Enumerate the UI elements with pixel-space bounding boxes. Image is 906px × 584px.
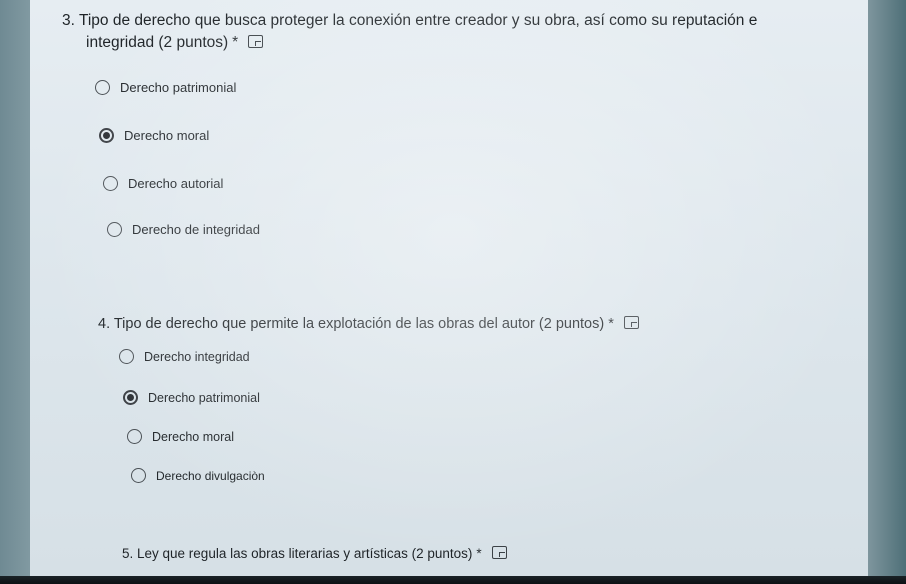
question-4-title-text: 4. Tipo de derecho que permite la explot… [98, 316, 605, 332]
option-label: Derecho integridad [144, 349, 250, 364]
q3-option-derecho-autorial[interactable]: Derecho autorial [103, 176, 223, 191]
question-5-title-text: 5. Ley que regula las obras literarias y… [122, 546, 473, 561]
option-label: Derecho patrimonial [148, 390, 260, 405]
radio-button[interactable] [119, 349, 134, 364]
option-label: Derecho moral [124, 128, 210, 143]
radio-button[interactable] [103, 176, 118, 191]
question-3-title-line2: integridad (2 puntos) [86, 34, 229, 51]
option-label: Derecho moral [152, 429, 234, 444]
question-5-title: 5. Ley que regula las obras literarias y… [122, 543, 862, 565]
radio-button[interactable] [131, 468, 146, 483]
radio-button-selected[interactable] [123, 390, 138, 405]
required-asterisk: * [608, 316, 614, 332]
option-label: Derecho divulgaciòn [156, 468, 265, 483]
image-icon[interactable] [248, 35, 264, 48]
required-asterisk: * [232, 34, 239, 51]
q3-option-derecho-moral[interactable]: Derecho moral [99, 128, 209, 143]
taskbar-edge [0, 576, 906, 584]
option-label: Derecho autorial [128, 176, 224, 191]
option-label: Derecho de integridad [132, 222, 260, 237]
radio-button[interactable] [127, 429, 142, 444]
question-3-title-line1: 3. Tipo de derecho que busca proteger la… [62, 12, 758, 29]
q4-option-derecho-patrimonial[interactable]: Derecho patrimonial [123, 390, 260, 405]
image-icon[interactable] [491, 546, 507, 559]
radio-button[interactable] [107, 222, 122, 237]
q3-option-derecho-patrimonial[interactable]: Derecho patrimonial [95, 80, 236, 95]
q4-option-derecho-divulgacion[interactable]: Derecho divulgaciòn [131, 468, 265, 483]
required-asterisk: * [476, 546, 482, 561]
question-3-title: 3. Tipo de derecho que busca proteger la… [62, 10, 822, 54]
q4-option-derecho-moral[interactable]: Derecho moral [127, 429, 234, 444]
q3-option-derecho-de-integridad[interactable]: Derecho de integridad [107, 222, 260, 237]
image-icon[interactable] [623, 316, 639, 329]
question-4-title: 4. Tipo de derecho que permite la explot… [98, 313, 858, 335]
option-label: Derecho patrimonial [120, 80, 237, 95]
radio-button[interactable] [95, 80, 110, 95]
q4-option-derecho-integridad[interactable]: Derecho integridad [119, 349, 250, 364]
radio-button-selected[interactable] [99, 128, 114, 143]
